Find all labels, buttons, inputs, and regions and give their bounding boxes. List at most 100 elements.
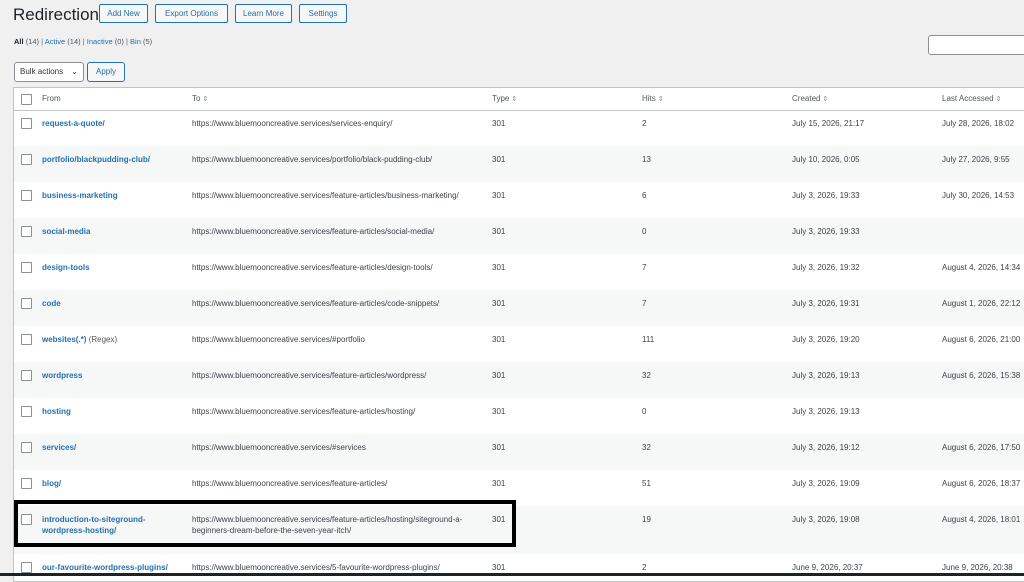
target-url: https://www.bluemooncreative.services/fe…: [192, 407, 416, 416]
last-accessed-date: July 30, 2026, 14:53: [942, 191, 1015, 200]
filter-active-count: (14): [67, 37, 81, 46]
row-checkbox[interactable]: [21, 226, 32, 237]
status-filter-links: All (14) | Active (14) | Inactive (0) | …: [14, 37, 152, 46]
column-header-created[interactable]: Created ⇕: [792, 94, 828, 103]
highlight-box: [14, 500, 516, 547]
target-url: https://www.bluemooncreative.services/fe…: [192, 227, 435, 236]
hit-count: 111: [642, 335, 655, 344]
target-url: https://www.bluemooncreative.services/fe…: [192, 191, 459, 200]
row-checkbox[interactable]: [21, 370, 32, 381]
source-url-link[interactable]: code: [42, 298, 61, 309]
column-header-to-label: To: [192, 94, 201, 103]
filter-inactive-link[interactable]: Inactive: [87, 37, 113, 46]
hit-count: 2: [642, 563, 647, 572]
source-url-link[interactable]: our-favourite-wordpress-plugins/: [42, 562, 168, 573]
last-accessed-date: July 27, 2026, 9:55: [942, 155, 1010, 164]
filter-separator: |: [82, 37, 85, 46]
source-url-link[interactable]: hosting: [42, 406, 71, 417]
regex-label: (Regex): [88, 335, 118, 344]
column-header-type-label: Type: [492, 94, 510, 103]
row-checkbox[interactable]: [21, 406, 32, 417]
last-accessed-date: August 1, 2026, 22:12: [942, 299, 1021, 308]
row-checkbox[interactable]: [21, 190, 32, 201]
target-url: https://www.bluemooncreative.services/fe…: [192, 371, 427, 380]
source-url-link[interactable]: portfolio/blackpudding-club/: [42, 154, 150, 165]
row-checkbox[interactable]: [21, 298, 32, 309]
created-date: July 3, 2026, 19:31: [792, 299, 860, 308]
redirect-type: 301: [492, 443, 506, 452]
redirect-type: 301: [492, 335, 506, 344]
created-date: July 3, 2026, 19:08: [792, 515, 860, 524]
source-url-link[interactable]: design-tools: [42, 262, 90, 273]
column-header-to[interactable]: To ⇕: [192, 94, 208, 103]
filter-bin-count: (5): [142, 37, 153, 46]
source-url-link[interactable]: business-marketing: [42, 190, 118, 201]
column-header-last-accessed[interactable]: Last Accessed ⇕: [942, 94, 1001, 103]
apply-button[interactable]: Apply: [87, 62, 125, 82]
created-date: July 3, 2026, 19:33: [792, 227, 860, 236]
column-header-from[interactable]: From: [42, 94, 61, 103]
source-url-link[interactable]: blog/: [42, 478, 61, 489]
learn-more-button[interactable]: Learn More: [235, 4, 292, 23]
created-date: July 10, 2026, 0:05: [792, 155, 860, 164]
bulk-actions-select[interactable]: Bulk actions ⌄: [14, 62, 84, 82]
created-date: July 3, 2026, 19:32: [792, 263, 860, 272]
created-date: July 15, 2026, 21:17: [792, 119, 865, 128]
redirect-type: 301: [492, 227, 506, 236]
hit-count: 51: [642, 479, 651, 488]
sort-icon: ⇕: [822, 96, 829, 103]
row-checkbox[interactable]: [21, 442, 32, 453]
source-url-link[interactable]: social-media: [42, 226, 90, 237]
source-url-text: code: [42, 299, 61, 308]
row-checkbox[interactable]: [21, 262, 32, 273]
filter-separator: |: [125, 37, 128, 46]
row-checkbox[interactable]: [21, 562, 32, 573]
row-checkbox[interactable]: [21, 154, 32, 165]
table-row: portfolio/blackpudding-club/https://www.…: [14, 146, 1024, 182]
created-date: July 3, 2026, 19:13: [792, 407, 860, 416]
settings-button[interactable]: Settings: [299, 4, 347, 23]
table-row: design-tools https://www.bluemooncreative…: [14, 254, 1024, 290]
source-url-text: wordpress: [42, 371, 83, 380]
target-url: https://www.bluemooncreative.services/fe…: [192, 479, 388, 488]
hit-count: 2: [642, 119, 647, 128]
created-date: July 3, 2026, 19:33: [792, 191, 860, 200]
source-url-link[interactable]: wordpress: [42, 370, 82, 381]
hit-count: 6: [642, 191, 647, 200]
target-url: https://www.bluemooncreative.services/5-…: [192, 563, 440, 572]
created-date: July 3, 2026, 19:20: [792, 335, 860, 344]
source-url-text: social-media: [42, 227, 91, 236]
created-date: July 3, 2026, 19:13: [792, 371, 860, 380]
source-url-text: business-marketing: [42, 191, 118, 200]
table-row: wordpress https://www.bluemooncreative.se…: [14, 362, 1024, 398]
row-checkbox[interactable]: [21, 478, 32, 489]
filter-all-link[interactable]: All: [14, 37, 24, 46]
row-checkbox[interactable]: [21, 118, 32, 129]
sort-icon: ⇕: [202, 96, 209, 103]
redirect-type: 301: [492, 155, 506, 164]
filter-bin-link[interactable]: Bin: [130, 37, 141, 46]
hit-count: 0: [642, 227, 647, 236]
column-header-hits[interactable]: Hits ⇕: [642, 94, 664, 103]
table-row: websites(.*) (Regex) https://www.bluemoon…: [14, 326, 1024, 362]
source-url-link[interactable]: websites(.*) (Regex): [42, 334, 117, 345]
last-accessed-date: August 6, 2026, 17:50: [942, 443, 1021, 452]
target-url: https://www.bluemooncreative.services/se…: [192, 119, 393, 128]
source-url-link[interactable]: request-a-quote/: [42, 118, 105, 129]
table-row: code https://www.bluemooncreative.service…: [14, 290, 1024, 326]
column-header-type[interactable]: Type ⇕: [492, 94, 517, 103]
redirect-type: 301: [492, 119, 506, 128]
source-url-link[interactable]: services/: [42, 442, 76, 453]
filter-separator: |: [41, 37, 44, 46]
export-options-button[interactable]: Export Options: [155, 4, 228, 23]
add-new-button[interactable]: Add New: [99, 4, 148, 23]
select-all-checkbox[interactable]: [21, 94, 32, 105]
redirect-type: 301: [492, 191, 506, 200]
table-row: hosting https://www.bluemooncreative.serv…: [14, 398, 1024, 434]
hit-count: 32: [642, 371, 651, 380]
filter-active-link[interactable]: Active: [45, 37, 65, 46]
row-checkbox[interactable]: [21, 334, 32, 345]
filter-all-count: (14): [25, 37, 40, 46]
target-url: https://www.bluemooncreative.services/#s…: [192, 443, 366, 452]
search-input[interactable]: [928, 35, 1024, 55]
